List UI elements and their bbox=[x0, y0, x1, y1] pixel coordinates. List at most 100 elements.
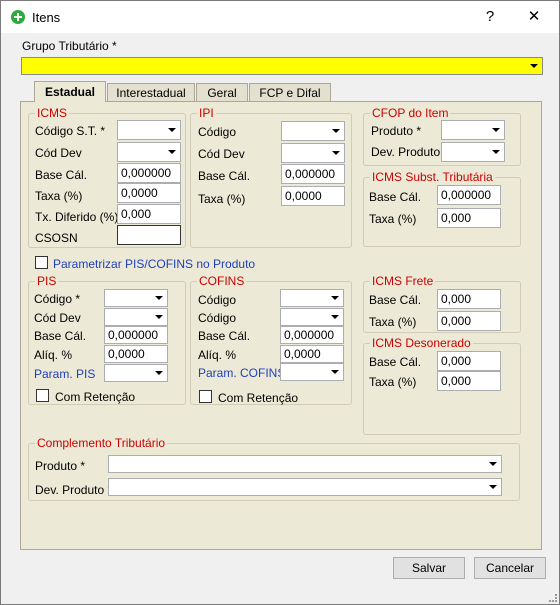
icms-frete-taxa-input[interactable]: 0,000 bbox=[437, 311, 501, 331]
cofins-retencao-checkbox[interactable] bbox=[199, 390, 212, 403]
chevron-down-icon bbox=[331, 315, 339, 319]
icms-frete-taxa-label: Taxa (%) bbox=[369, 315, 417, 329]
cancelar-button[interactable]: Cancelar bbox=[474, 557, 546, 579]
grupo-tributario-select[interactable] bbox=[21, 57, 543, 75]
ipi-cod-dev-label: Cód Dev bbox=[198, 147, 245, 161]
complemento-dev-produto-label: Dev. Produto * bbox=[35, 483, 113, 497]
chevron-down-icon bbox=[530, 64, 538, 68]
close-button[interactable]: ✕ bbox=[519, 6, 549, 28]
icms-base-cal-input[interactable]: 0,000000 bbox=[117, 163, 181, 183]
pis-aliq-input[interactable]: 0,0000 bbox=[104, 345, 168, 363]
cfop-title: CFOP do Item bbox=[370, 106, 451, 120]
pis-base-cal-input[interactable]: 0,000000 bbox=[104, 326, 168, 344]
pis-codigo-select[interactable] bbox=[104, 289, 168, 307]
cofins-codigo2-label: Código bbox=[198, 311, 237, 325]
ipi-taxa-input[interactable]: 0,0000 bbox=[281, 186, 345, 206]
pis-base-cal-label: Base Cál. bbox=[34, 329, 87, 343]
chevron-down-icon bbox=[331, 296, 339, 300]
ipi-codigo-label: Código bbox=[198, 125, 237, 139]
cofins-codigo-select[interactable] bbox=[280, 289, 344, 307]
cofins-base-cal-input[interactable]: 0,000000 bbox=[280, 326, 344, 344]
pis-cod-dev-label: Cód Dev bbox=[34, 311, 81, 325]
itens-dialog: Itens ? ✕ Grupo Tributário * Estadual In… bbox=[0, 0, 560, 605]
chevron-down-icon bbox=[332, 129, 340, 133]
cofins-aliq-input[interactable]: 0,0000 bbox=[280, 345, 344, 363]
chevron-down-icon bbox=[155, 371, 163, 375]
resize-grip-icon[interactable] bbox=[549, 594, 557, 602]
pis-title: PIS bbox=[35, 274, 59, 288]
icms-tx-diferido-input[interactable]: 0,000 bbox=[117, 204, 181, 224]
icms-base-cal-label: Base Cál. bbox=[35, 168, 88, 182]
cofins-retencao-label: Com Retenção bbox=[218, 391, 299, 405]
icms-desonerado-base-cal-label: Base Cál. bbox=[369, 355, 422, 369]
icms-codigo-st-label: Código S.T. * bbox=[35, 124, 106, 138]
window-title: Itens bbox=[32, 10, 61, 25]
cfop-dev-produto-label: Dev. Produto bbox=[371, 145, 441, 159]
param-pis-cofins-label: Parametrizar PIS/COFINS no Produto bbox=[53, 257, 256, 271]
pis-retencao-checkbox[interactable] bbox=[36, 389, 49, 402]
tab-fcp-difal[interactable]: FCP e Difal bbox=[249, 83, 331, 102]
icms-st-taxa-input[interactable]: 0,000 bbox=[437, 208, 501, 228]
cofins-base-cal-label: Base Cál. bbox=[198, 329, 251, 343]
icms-csosn-label: CSOSN bbox=[35, 231, 78, 245]
tab-estadual[interactable]: Estadual bbox=[34, 81, 106, 102]
icms-tx-diferido-label: Tx. Diferido (%) bbox=[35, 210, 119, 224]
tab-geral[interactable]: Geral bbox=[196, 83, 248, 102]
icms-st-taxa-label: Taxa (%) bbox=[369, 212, 417, 226]
pis-param-select[interactable] bbox=[104, 364, 168, 382]
chevron-down-icon bbox=[155, 296, 163, 300]
ipi-base-cal-input[interactable]: 0,000000 bbox=[281, 164, 345, 184]
complemento-title: Complemento Tributário bbox=[35, 436, 168, 450]
icms-taxa-label: Taxa (%) bbox=[35, 189, 83, 203]
complemento-dev-produto-select[interactable] bbox=[108, 478, 502, 496]
pis-aliq-label: Alíq. % bbox=[34, 348, 73, 362]
icms-frete-base-cal-input[interactable]: 0,000 bbox=[437, 289, 501, 309]
icms-desonerado-taxa-input[interactable]: 0,000 bbox=[437, 371, 501, 391]
cfop-dev-produto-select[interactable] bbox=[441, 142, 505, 162]
help-button[interactable]: ? bbox=[475, 6, 505, 28]
cofins-param-label: Param. COFINS bbox=[198, 366, 286, 380]
icms-cod-dev-select[interactable] bbox=[117, 142, 181, 162]
ipi-cod-dev-select[interactable] bbox=[281, 143, 345, 163]
complemento-produto-select[interactable] bbox=[108, 455, 502, 473]
icms-codigo-st-select[interactable] bbox=[117, 120, 181, 140]
param-pis-cofins-checkbox[interactable] bbox=[35, 256, 48, 269]
icms-st-title: ICMS Subst. Tributária bbox=[370, 170, 495, 184]
pis-param-label: Param. PIS bbox=[34, 367, 96, 381]
pis-retencao-label: Com Retenção bbox=[55, 390, 136, 404]
icms-frete-base-cal-label: Base Cál. bbox=[369, 293, 422, 307]
cofins-aliq-label: Alíq. % bbox=[198, 348, 237, 362]
complemento-produto-label: Produto * bbox=[35, 459, 86, 473]
icms-desonerado-base-cal-input[interactable]: 0,000 bbox=[437, 351, 501, 371]
ipi-base-cal-label: Base Cál. bbox=[198, 169, 251, 183]
grupo-tributario-label: Grupo Tributário * bbox=[22, 39, 117, 53]
cofins-title: COFINS bbox=[197, 274, 247, 288]
tab-interestadual[interactable]: Interestadual bbox=[107, 83, 195, 102]
title-bar: Itens ? ✕ bbox=[1, 1, 559, 33]
icms-st-base-cal-label: Base Cál. bbox=[369, 190, 422, 204]
icms-cod-dev-label: Cód Dev bbox=[35, 146, 82, 160]
cofins-param-select[interactable] bbox=[280, 363, 344, 381]
pis-codigo-label: Código * bbox=[34, 292, 81, 306]
add-icon bbox=[11, 10, 25, 24]
cfop-produto-select[interactable] bbox=[441, 120, 505, 140]
cofins-codigo-label: Código bbox=[198, 293, 237, 307]
chevron-down-icon bbox=[155, 315, 163, 319]
cfop-produto-label: Produto * bbox=[371, 124, 422, 138]
icms-csosn-input[interactable] bbox=[117, 225, 181, 245]
chevron-down-icon bbox=[331, 370, 339, 374]
chevron-down-icon bbox=[489, 462, 497, 466]
ipi-codigo-select[interactable] bbox=[281, 121, 345, 141]
ipi-taxa-label: Taxa (%) bbox=[198, 192, 246, 206]
chevron-down-icon bbox=[168, 128, 176, 132]
cofins-codigo2-select[interactable] bbox=[280, 308, 344, 326]
icms-frete-title: ICMS Frete bbox=[370, 274, 436, 288]
pis-cod-dev-select[interactable] bbox=[104, 308, 168, 326]
icms-taxa-input[interactable]: 0,0000 bbox=[117, 183, 181, 203]
chevron-down-icon bbox=[492, 150, 500, 154]
icms-desonerado-title: ICMS Desonerado bbox=[370, 336, 473, 350]
chevron-down-icon bbox=[168, 150, 176, 154]
icms-st-base-cal-input[interactable]: 0,000000 bbox=[437, 185, 501, 205]
icms-title: ICMS bbox=[35, 106, 69, 120]
salvar-button[interactable]: Salvar bbox=[393, 557, 465, 579]
